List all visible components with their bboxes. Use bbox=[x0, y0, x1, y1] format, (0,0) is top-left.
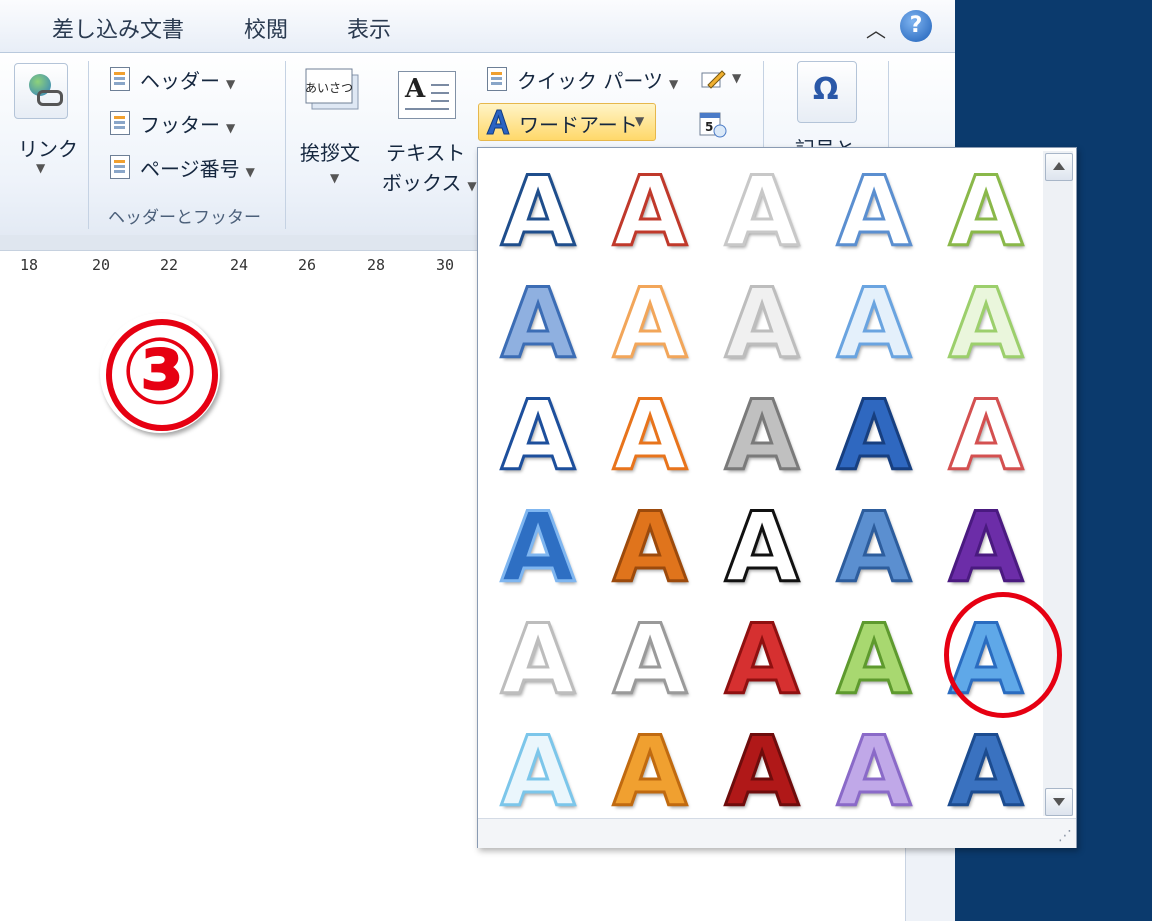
ribbon-tab-bar: 差し込み文書 校閲 表示 ︿ ? bbox=[0, 0, 955, 52]
ruler-tick: 26 bbox=[298, 256, 317, 274]
wordart-style-21[interactable]: A bbox=[488, 609, 588, 712]
wordart-icon bbox=[486, 109, 510, 135]
header-button[interactable]: ヘッダー ▼ bbox=[140, 65, 235, 94]
wordart-dropdown-arrow-icon: ▼ bbox=[635, 114, 645, 128]
ruler-tick: 18 bbox=[20, 256, 39, 274]
wordart-style-28[interactable]: A bbox=[712, 721, 812, 824]
wordart-style-15[interactable]: A bbox=[936, 385, 1036, 488]
horizontal-ruler[interactable]: 18 20 22 24 26 28 30 bbox=[0, 250, 480, 287]
wordart-style-8[interactable]: A bbox=[712, 273, 812, 376]
gallery-footer: ⋰ bbox=[478, 818, 1076, 848]
wordart-style-14[interactable]: A bbox=[824, 385, 924, 488]
wordart-gallery[interactable]: AAAAAAAAAAAAAAAAAAAAAAAAAAAAAA ⋰ bbox=[477, 147, 1077, 848]
page-number-button[interactable]: ページ番号 ▼ bbox=[140, 153, 255, 182]
signature-line-icon[interactable] bbox=[700, 67, 728, 91]
header-icon bbox=[110, 67, 130, 91]
symbol-icon[interactable]: Ω bbox=[797, 61, 857, 123]
textbox-icon[interactable]: A bbox=[398, 71, 456, 119]
gallery-scrollbar[interactable] bbox=[1043, 151, 1073, 816]
scroll-up-arrow-icon[interactable] bbox=[1045, 153, 1073, 181]
textbox-button-label-line1[interactable]: テキスト bbox=[386, 137, 465, 166]
wordart-style-20[interactable]: A bbox=[936, 497, 1036, 600]
wordart-style-1[interactable]: A bbox=[488, 161, 588, 264]
wordart-style-23[interactable]: A bbox=[712, 609, 812, 712]
wordart-style-27[interactable]: A bbox=[600, 721, 700, 824]
wordart-style-4[interactable]: A bbox=[824, 161, 924, 264]
selection-highlight-circle bbox=[944, 592, 1062, 718]
scroll-down-arrow-icon[interactable] bbox=[1045, 788, 1073, 816]
greeting-icon[interactable]: あいさつ bbox=[304, 67, 362, 113]
wordart-style-16[interactable]: A bbox=[488, 497, 588, 600]
minimize-ribbon-icon[interactable]: ︿ bbox=[866, 14, 886, 43]
greeting-button-label[interactable]: 挨拶文 bbox=[300, 137, 360, 166]
quick-parts-icon bbox=[487, 67, 507, 91]
link-icon[interactable] bbox=[14, 63, 68, 119]
quick-parts-button[interactable]: クイック パーツ ▼ bbox=[517, 65, 678, 94]
help-icon[interactable]: ? bbox=[900, 10, 932, 42]
tab-mailings[interactable]: 差し込み文書 bbox=[52, 12, 184, 44]
wordart-style-17[interactable]: A bbox=[600, 497, 700, 600]
svg-text:5: 5 bbox=[705, 120, 713, 134]
wordart-style-3[interactable]: A bbox=[712, 161, 812, 264]
header-footer-group-label: ヘッダーとフッター bbox=[108, 208, 261, 228]
resize-grip-icon[interactable]: ⋰ bbox=[1058, 828, 1072, 844]
link-dropdown-arrow-icon[interactable]: ▼ bbox=[36, 161, 45, 175]
ruler-tick: 20 bbox=[92, 256, 111, 274]
tab-review[interactable]: 校閲 bbox=[244, 12, 288, 44]
wordart-style-26[interactable]: A bbox=[488, 721, 588, 824]
ruler-tick: 22 bbox=[160, 256, 179, 274]
wordart-style-10[interactable]: A bbox=[936, 273, 1036, 376]
ruler-band bbox=[0, 235, 480, 250]
ruler-tick: 30 bbox=[436, 256, 455, 274]
wordart-style-19[interactable]: A bbox=[824, 497, 924, 600]
tab-view[interactable]: 表示 bbox=[347, 12, 391, 44]
wordart-style-18[interactable]: A bbox=[712, 497, 812, 600]
step-marker: ③ bbox=[100, 313, 220, 433]
wordart-style-29[interactable]: A bbox=[824, 721, 924, 824]
footer-icon bbox=[110, 111, 130, 135]
wordart-style-7[interactable]: A bbox=[600, 273, 700, 376]
ruler-tick: 28 bbox=[367, 256, 386, 274]
ruler-tick: 24 bbox=[230, 256, 249, 274]
wordart-style-6[interactable]: A bbox=[488, 273, 588, 376]
textbox-button-label-line2[interactable]: ボックス ▼ bbox=[382, 167, 477, 196]
footer-button[interactable]: フッター ▼ bbox=[140, 109, 235, 138]
wordart-style-22[interactable]: A bbox=[600, 609, 700, 712]
wordart-button[interactable]: ワードアート ▼ bbox=[478, 103, 656, 141]
wordart-button-label: ワードアート bbox=[519, 113, 638, 137]
wordart-style-9[interactable]: A bbox=[824, 273, 924, 376]
greeting-dropdown-arrow-icon[interactable]: ▼ bbox=[330, 171, 339, 185]
wordart-style-30[interactable]: A bbox=[936, 721, 1036, 824]
wordart-style-24[interactable]: A bbox=[824, 609, 924, 712]
wordart-style-5[interactable]: A bbox=[936, 161, 1036, 264]
link-button-label[interactable]: リンク bbox=[18, 133, 78, 162]
wordart-style-12[interactable]: A bbox=[600, 385, 700, 488]
wordart-style-11[interactable]: A bbox=[488, 385, 588, 488]
signature-dropdown-arrow-icon[interactable]: ▼ bbox=[732, 71, 741, 85]
svg-text:あいさつ: あいさつ bbox=[305, 81, 353, 95]
page-number-icon bbox=[110, 155, 130, 179]
date-time-icon[interactable]: 5 bbox=[698, 111, 728, 139]
wordart-style-2[interactable]: A bbox=[600, 161, 700, 264]
wordart-style-13[interactable]: A bbox=[712, 385, 812, 488]
